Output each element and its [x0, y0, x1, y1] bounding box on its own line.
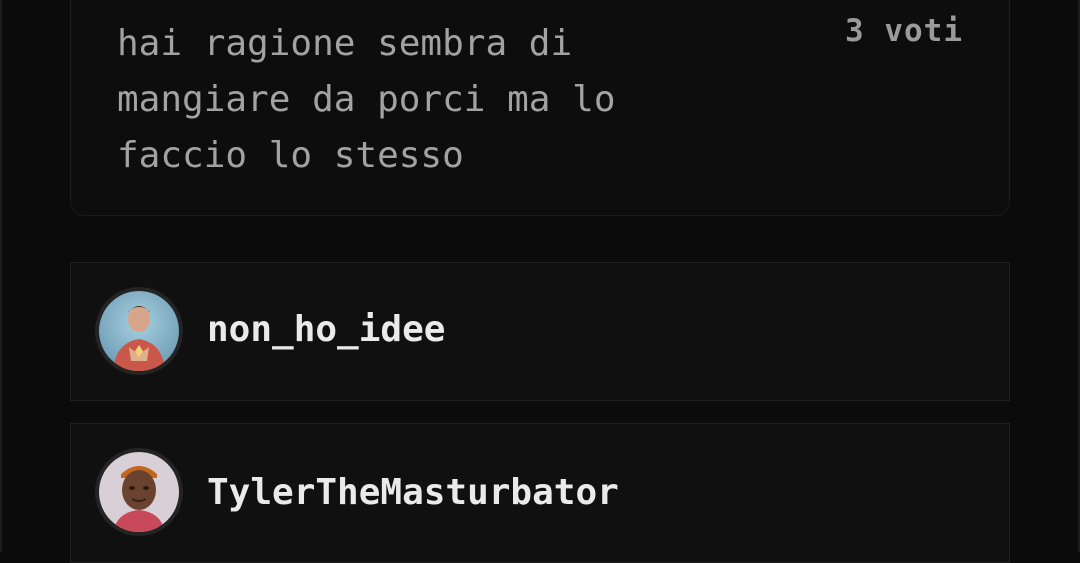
- user-list-item[interactable]: TylerTheMasturbator: [70, 423, 1010, 563]
- username[interactable]: non_ho_idee: [207, 309, 445, 350]
- username[interactable]: TylerTheMasturbator: [207, 472, 619, 513]
- vote-count[interactable]: 3 voti: [845, 13, 963, 49]
- comment-card: hai ragione sembra di mangiare da porci …: [70, 0, 1010, 216]
- user-avatar-icon[interactable]: [95, 448, 183, 536]
- page: hai ragione sembra di mangiare da porci …: [0, 0, 1080, 563]
- user-list-item[interactable]: non_ho_idee: [70, 262, 1010, 401]
- user-avatar-icon[interactable]: [95, 287, 183, 375]
- left-edge-divider: [0, 0, 2, 552]
- comment-text: hai ragione sembra di mangiare da porci …: [117, 23, 616, 176]
